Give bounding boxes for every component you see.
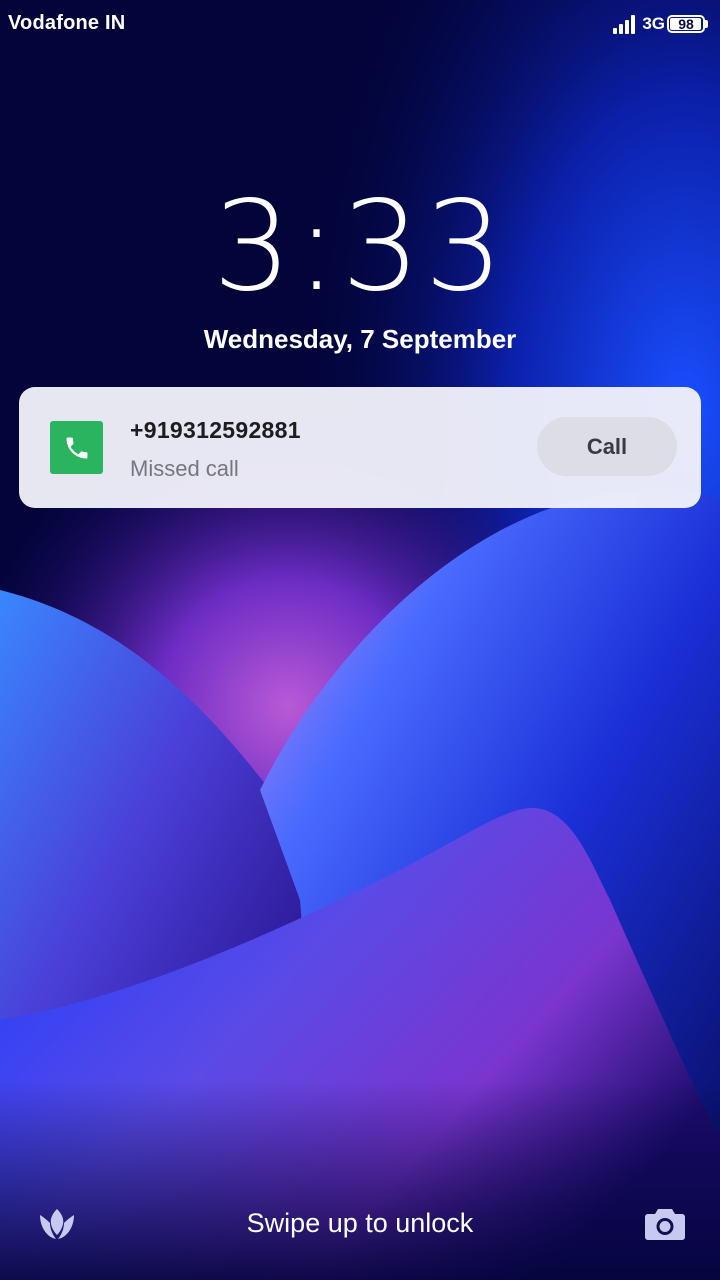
phone-icon bbox=[50, 421, 103, 474]
signal-icon bbox=[613, 14, 637, 34]
unlock-hint: Swipe up to unlock bbox=[246, 1208, 474, 1238]
carrier-name: Vodafone IN bbox=[8, 12, 126, 34]
camera-icon[interactable] bbox=[645, 1206, 685, 1240]
notification-subtitle: Missed call bbox=[130, 456, 239, 481]
status-icons: 3G 98 bbox=[613, 12, 708, 36]
network-type: 3G bbox=[642, 14, 665, 33]
battery-cap bbox=[705, 20, 708, 28]
caller-number: +919312592881 bbox=[130, 417, 301, 443]
missed-call-notification[interactable]: +919312592881 Missed call Call bbox=[19, 387, 701, 508]
lock-date: Wednesday, 7 September bbox=[203, 324, 517, 354]
battery-icon: 98 bbox=[667, 15, 705, 33]
status-bar: Vodafone IN 3G 98 bbox=[0, 0, 720, 48]
lock-screen: Vodafone IN 3G 98 3:33 Wednesday, 7 Sept… bbox=[0, 0, 720, 1280]
battery-level: 98 bbox=[678, 16, 694, 32]
lock-clock: 3:33 bbox=[212, 175, 508, 319]
call-button[interactable]: Call bbox=[537, 417, 677, 476]
